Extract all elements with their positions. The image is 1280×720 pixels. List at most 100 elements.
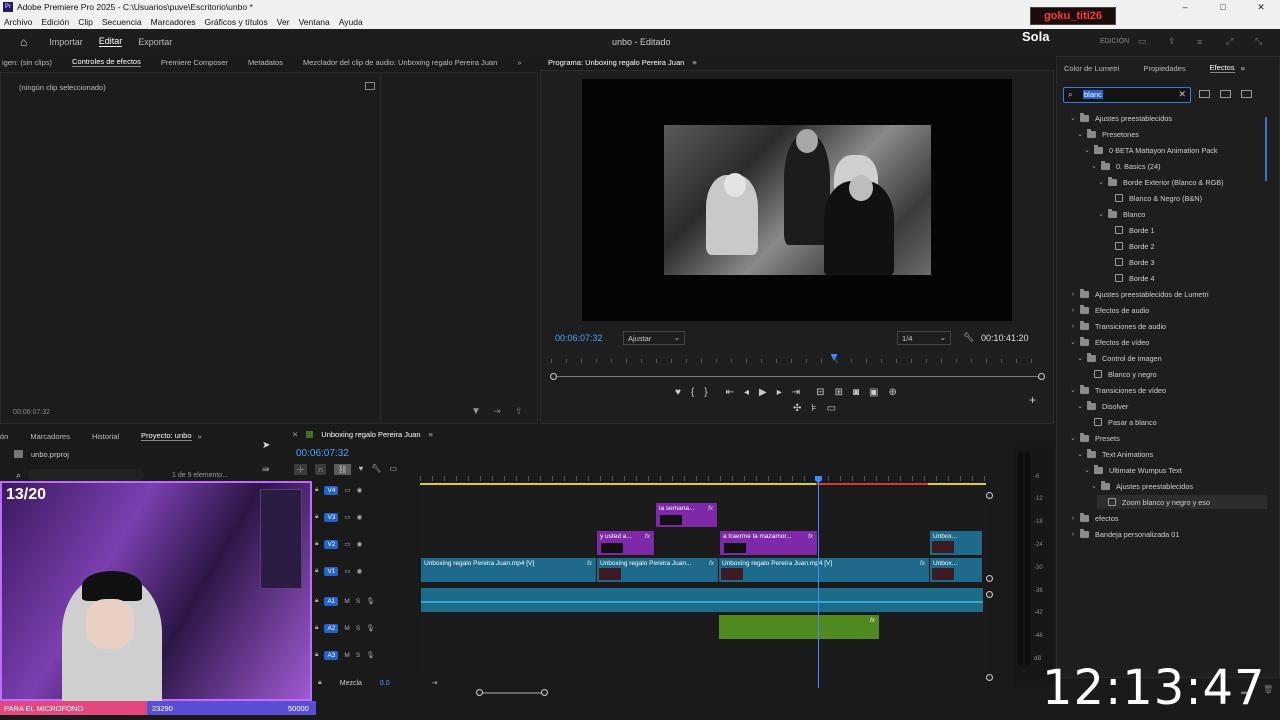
lift-icon[interactable]: ⊟ [816,387,824,398]
filter-icon[interactable]: ▼ [471,406,481,417]
track-target-a3[interactable]: A3 [324,650,339,660]
edition-label[interactable]: EDICIÓN [1100,38,1129,45]
tab-historial[interactable]: Historial [92,432,119,441]
mic-icon[interactable]: 🎙︎ [366,597,374,605]
effects-folder[interactable]: ⌄ Borde Exterior (Blanco & RGB) [1097,175,1224,189]
chevron-down-icon[interactable]: ⌄ [1069,434,1077,442]
menu-icon[interactable]: ≡ [1197,37,1202,47]
timeline-zoom-bar[interactable] [480,692,544,694]
effects-search-box[interactable]: ⌕ blanc ✕ [1063,87,1191,103]
timeline-zoom-left[interactable] [476,689,483,696]
effects-folder[interactable]: ⌄ Presetones [1076,127,1139,141]
more-tabs-icon[interactable]: » [517,58,521,67]
effects-menu-icon[interactable]: ≡ [1241,64,1245,73]
effects-folder[interactable]: ⌄ 0. Basics (24) [1090,159,1161,173]
export-frame-icon[interactable]: ⇥ [493,406,501,417]
chevron-down-icon[interactable]: ⌄ [1069,114,1077,122]
32bit-effects-icon[interactable] [1220,90,1231,98]
track-target-v4[interactable]: V4 [324,485,339,495]
chevron-right-icon[interactable]: › [1069,307,1077,314]
fit-dropdown[interactable]: Ajustar ⌄ [623,331,685,345]
tab-premiere-composer[interactable]: Premiere Composer [161,58,228,67]
track-header-a2[interactable]: 🔒︎ A2 M S 🎙︎ [311,616,419,640]
effects-folder[interactable]: › Efectos de audio [1069,303,1149,317]
track-target-v1[interactable]: V1 [324,566,339,576]
effect-item[interactable]: Blanco y negro [1083,367,1157,381]
lock-icon[interactable]: 🔒︎ [315,513,318,521]
clip-v1-d[interactable]: Unbox... [930,558,983,582]
clip-v1-a[interactable]: Unboxing regalo Pereira Juan.mp4 [V] fx [421,558,597,582]
track-target-a2[interactable]: A2 [324,623,339,633]
lock-icon[interactable]: 🔒︎ [315,540,318,548]
chevron-down-icon[interactable]: ⌄ [1069,386,1077,394]
track-header-v4[interactable]: 🔒︎ V4 ▭ ◉ [311,478,419,502]
lock-icon[interactable]: 🔒︎ [315,651,318,659]
sync-lock-icon[interactable]: ▭ [344,486,350,494]
track-header-a3[interactable]: 🔒︎ A3 M S 🎙︎ [311,643,419,667]
effects-folder[interactable]: ⌄ Efectos de vídeo [1069,335,1149,349]
chevron-down-icon[interactable]: ⌄ [1076,402,1084,410]
effects-folder[interactable]: › Ajustes preestablecidos de Lumetri [1069,287,1209,301]
menu-ayuda[interactable]: Ayuda [339,17,363,27]
chevron-down-icon[interactable]: ⌄ [1090,162,1098,170]
effect-item[interactable]: Pasar a blanco [1083,415,1157,429]
timeline-zoom-right[interactable] [541,689,548,696]
timeline-timecode[interactable]: 00:06:07:32 [296,448,349,459]
audio-clip-a1-c[interactable] [719,588,930,612]
menu-graficos[interactable]: Gráficos y títulos [204,17,267,27]
yuv-effects-icon[interactable] [1241,90,1252,98]
chevron-right-icon[interactable]: › [1069,291,1077,298]
chevron-right-icon[interactable]: › [1069,515,1077,522]
program-timecode[interactable]: 00:06:07:32 [555,333,603,343]
clip-v1-b[interactable]: Unboxing regalo Pereira Juan... fx [597,558,719,582]
program-zoom-bar[interactable] [555,376,1041,377]
chevron-down-icon[interactable]: ⌄ [1076,450,1084,458]
audio-clip-a1-d[interactable] [930,588,983,612]
menu-edicion[interactable]: Edición [41,17,69,27]
mute-button[interactable]: M [344,625,349,632]
marker-icon[interactable]: ♥ [675,387,681,398]
sequence-name[interactable]: Unboxing regalo Pereira Juan [321,430,420,439]
safe-margins-icon[interactable]: ✣ [793,403,801,414]
track-header-v1[interactable]: 🔒︎ V1 ▭ ◉ [311,559,419,583]
effects-folder[interactable]: ⌄ Transiciones de vídeo [1069,383,1166,397]
vr-icon[interactable]: ⊕ [888,387,896,398]
chevron-down-icon[interactable]: ⌄ [1097,210,1105,218]
home-icon[interactable]: ⌂ [20,35,27,49]
insert-overwrite-icon[interactable]: ⊹ [294,464,307,475]
chevron-down-icon[interactable]: ⌄ [1069,338,1077,346]
lock-icon[interactable]: 🔒︎ [315,624,318,632]
sync-lock-icon[interactable]: ▭ [344,567,350,575]
lock-icon[interactable]: 🔒︎ [315,486,318,494]
project-search-input[interactable] [28,469,144,481]
mic-icon[interactable]: 🎙︎ [366,624,374,632]
timeline-settings-icon[interactable]: 🔧︎ [371,464,381,475]
mark-in-icon[interactable]: { [691,387,694,398]
selection-tool-icon[interactable]: ➤ [262,440,270,451]
eye-icon[interactable]: ◉ [357,567,363,575]
zoom-handle-left[interactable] [550,373,557,380]
share-frame-icon[interactable]: ⇪ [515,406,523,417]
audio-clip-a2[interactable]: fx [719,615,879,639]
minimize-button[interactable]: – [1166,0,1204,14]
tab-efectos[interactable]: Efectos [1209,63,1235,73]
effects-folder[interactable]: ⌄ Blanco [1097,207,1145,221]
tab-propiedades[interactable]: Propiedades [1143,64,1185,73]
chevron-down-icon[interactable]: ⌄ [1083,466,1091,474]
effects-folder[interactable]: ⌄ Presets [1069,431,1120,445]
effects-scrollbar[interactable] [1265,117,1267,181]
effects-folder[interactable]: › Transiciones de audio [1069,319,1166,333]
clear-search-icon[interactable]: ✕ [1178,89,1186,100]
effect-item[interactable]: Borde 1 [1104,223,1155,237]
menu-archivo[interactable]: Archivo [4,17,32,27]
chevron-down-icon[interactable]: ⌄ [1076,130,1084,138]
menu-clip[interactable]: Clip [78,17,93,27]
audio-clip-a1-b[interactable] [597,588,719,612]
mix-lock-icon[interactable]: 🔒︎ [318,679,322,687]
audio-clip-a1-a[interactable] [421,588,597,612]
tab-proyecto[interactable]: Proyecto: unbo [141,431,192,441]
linked-selection-icon[interactable]: ⛓ [334,464,351,475]
effect-item[interactable]: Borde 2 [1104,239,1155,253]
go-to-out-icon[interactable]: ⇥ [792,387,800,398]
tab-effect-controls[interactable]: Controles de efectos [72,57,141,67]
